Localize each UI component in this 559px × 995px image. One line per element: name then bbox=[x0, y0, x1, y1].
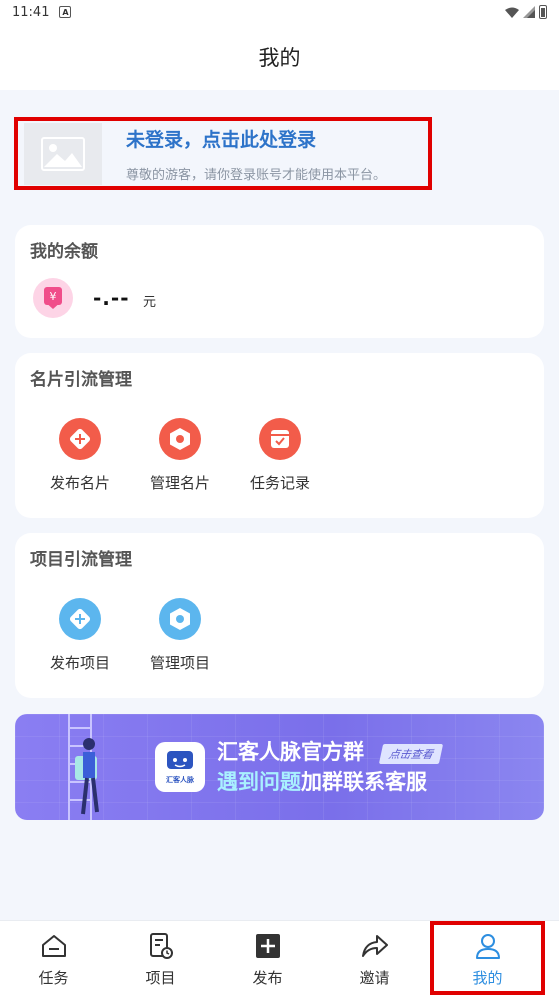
image-placeholder-icon bbox=[24, 122, 102, 185]
plus-square-icon bbox=[253, 931, 283, 961]
notification-icon: A bbox=[59, 6, 72, 18]
manage-project-button[interactable]: 管理项目 bbox=[140, 598, 220, 673]
battery-icon bbox=[539, 5, 547, 19]
add-card-icon bbox=[59, 418, 101, 460]
picture-icon bbox=[41, 136, 85, 171]
manage-card-label: 管理名片 bbox=[149, 474, 210, 492]
project-section-title: 项目引流管理 bbox=[30, 550, 132, 570]
card-management-section: 名片引流管理 发布名片 管理名片 任务记录 bbox=[15, 353, 544, 518]
balance-unit: 元 bbox=[143, 295, 157, 310]
tab-tasks-label: 任务 bbox=[38, 969, 69, 987]
app-logo-icon: 汇客人脉 bbox=[155, 742, 205, 792]
banner-title: 汇客人脉官方群 bbox=[217, 740, 364, 764]
tab-publish-label: 发布 bbox=[252, 969, 283, 987]
yuan-glyph: ¥ bbox=[50, 290, 57, 303]
yuan-wallet-icon: ¥ bbox=[33, 278, 73, 318]
header: 我的 bbox=[0, 24, 559, 90]
banner-view-button[interactable]: 点击查看 bbox=[378, 744, 444, 764]
share-icon bbox=[360, 931, 390, 961]
project-doc-icon bbox=[146, 931, 176, 961]
manage-project-label: 管理项目 bbox=[149, 654, 210, 672]
status-bar: 11:41 A bbox=[0, 0, 559, 24]
cellular-icon bbox=[523, 6, 535, 18]
tab-publish[interactable]: 发布 bbox=[214, 921, 321, 995]
publish-card-label: 发布名片 bbox=[49, 474, 110, 492]
banner-subtitle: 遇到问题加群联系客服 bbox=[217, 766, 427, 796]
task-record-icon bbox=[259, 418, 301, 460]
login-title[interactable]: 未登录，点击此处登录 bbox=[126, 125, 386, 152]
tab-mine-label: 我的 bbox=[472, 969, 503, 987]
login-prompt[interactable]: 未登录，点击此处登录 尊敬的游客，请你登录账号才能使用本平台。 bbox=[14, 117, 432, 190]
balance-amount: -.-- bbox=[93, 286, 130, 310]
user-icon bbox=[473, 931, 503, 961]
tab-projects-label: 项目 bbox=[145, 969, 176, 987]
manage-project-icon bbox=[159, 598, 201, 640]
banner-subtitle-highlight: 遇到问题 bbox=[217, 770, 301, 794]
card-section-title: 名片引流管理 bbox=[30, 370, 132, 390]
wifi-icon bbox=[505, 7, 519, 18]
tab-projects[interactable]: 项目 bbox=[107, 921, 214, 995]
manage-card-icon bbox=[159, 418, 201, 460]
project-management-section: 项目引流管理 发布项目 管理项目 bbox=[15, 533, 544, 698]
banner-subtitle-rest: 加群联系客服 bbox=[301, 770, 427, 794]
status-icons bbox=[505, 5, 547, 19]
login-subtitle: 尊敬的游客，请你登录账号才能使用本平台。 bbox=[126, 167, 387, 183]
publish-project-button[interactable]: 发布项目 bbox=[40, 598, 120, 673]
page-title: 我的 bbox=[258, 46, 301, 70]
bottom-tab-bar: 任务 项目 发布 邀请 我的 bbox=[0, 920, 559, 995]
publish-project-label: 发布项目 bbox=[49, 654, 110, 672]
tab-mine[interactable]: 我的 bbox=[430, 921, 545, 995]
tab-tasks[interactable]: 任务 bbox=[0, 921, 107, 995]
manage-card-button[interactable]: 管理名片 bbox=[140, 418, 220, 493]
balance-title: 我的余额 bbox=[30, 242, 98, 262]
ladder-illustration bbox=[68, 714, 99, 820]
balance-card: 我的余额 ¥ -.-- 元 bbox=[15, 225, 544, 338]
home-icon bbox=[39, 931, 69, 961]
add-project-icon bbox=[59, 598, 101, 640]
task-record-button[interactable]: 任务记录 bbox=[240, 418, 320, 493]
official-group-banner[interactable]: 汇客人脉 汇客人脉官方群 点击查看 遇到问题加群联系客服 bbox=[15, 714, 544, 820]
logo-text: 汇客人脉 bbox=[166, 776, 194, 784]
tab-invite-label: 邀请 bbox=[359, 969, 390, 987]
task-record-label: 任务记录 bbox=[249, 474, 310, 492]
publish-card-button[interactable]: 发布名片 bbox=[40, 418, 120, 493]
status-time: 11:41 bbox=[12, 4, 50, 20]
tab-invite[interactable]: 邀请 bbox=[321, 921, 428, 995]
